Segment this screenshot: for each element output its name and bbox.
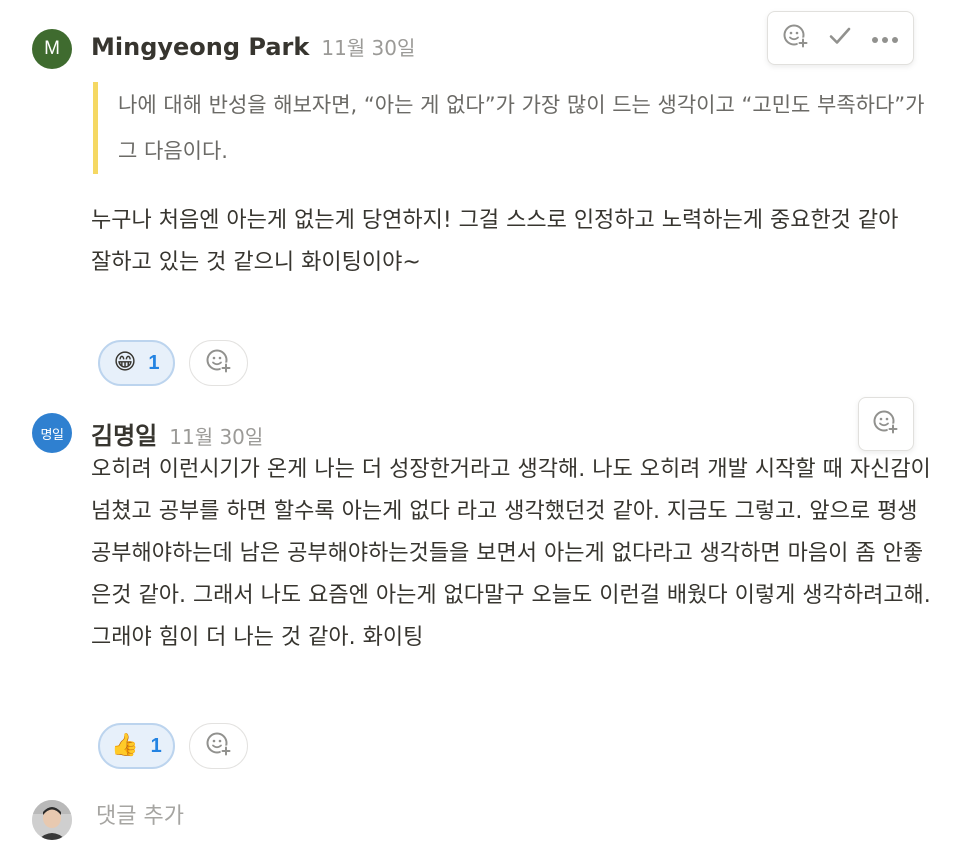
resolve-button[interactable] (820, 18, 860, 58)
thumbs-up-emoji-icon: 👍 (111, 733, 139, 758)
timestamp[interactable]: 11월 30일 (321, 32, 415, 61)
avatar-initial: 명일 (40, 427, 64, 443)
current-user-avatar (32, 800, 72, 840)
comment-action-toolbar (767, 11, 914, 65)
add-reaction-icon (205, 347, 233, 379)
reactions-row: 👍 1 (98, 723, 248, 769)
author-name[interactable]: Mingyeong Park (91, 33, 309, 61)
grin-emoji-icon: 😁 (113, 350, 137, 375)
reaction-count: 1 (148, 351, 160, 374)
add-reaction-icon (872, 408, 900, 440)
comment-header: 김명일 11월 30일 (91, 416, 263, 451)
resolve-check-icon (827, 23, 853, 53)
comment-body: 누구나 처음엔 아는게 없는게 당연하지! 그걸 스스로 인정하고 노력하는게 … (91, 208, 899, 275)
quoted-text: 나에 대해 반성을 해보자면, “아는 게 없다”가 가장 많이 드는 생각이고… (93, 82, 933, 174)
reactions-row: 😁 1 (98, 340, 248, 386)
comment-1: M Mingyeong Park 11월 30일 나에 대해 반성을 해보자면,… (0, 0, 954, 400)
avatar[interactable]: 명일 (32, 413, 72, 453)
avatar-initial: M (44, 38, 60, 59)
timestamp[interactable]: 11월 30일 (169, 421, 263, 450)
add-reaction-hover-button[interactable] (858, 397, 914, 451)
add-reaction-icon (782, 22, 810, 54)
more-icon (871, 29, 899, 48)
comment-2: 명일 김명일 11월 30일 오히려 이런시기가 온게 나는 더 성장한거라고 … (0, 392, 954, 782)
reaction-pill[interactable]: 😁 1 (98, 340, 175, 386)
add-reaction-icon (205, 730, 233, 762)
add-reaction-button[interactable] (189, 723, 248, 769)
avatar[interactable]: M (32, 29, 72, 69)
more-button[interactable] (865, 18, 905, 58)
add-comment-row (0, 790, 954, 860)
comment-input[interactable] (96, 804, 896, 829)
add-reaction-button[interactable] (776, 18, 816, 58)
reaction-pill[interactable]: 👍 1 (98, 723, 175, 769)
reaction-count: 1 (150, 734, 162, 757)
comment-header: Mingyeong Park 11월 30일 (91, 32, 415, 61)
comment-body: 오히려 이런시기가 온게 나는 더 성장한거라고 생각해. 나도 오히려 개발 … (91, 457, 931, 650)
author-name[interactable]: 김명일 (91, 416, 157, 451)
add-reaction-button[interactable] (189, 340, 248, 386)
